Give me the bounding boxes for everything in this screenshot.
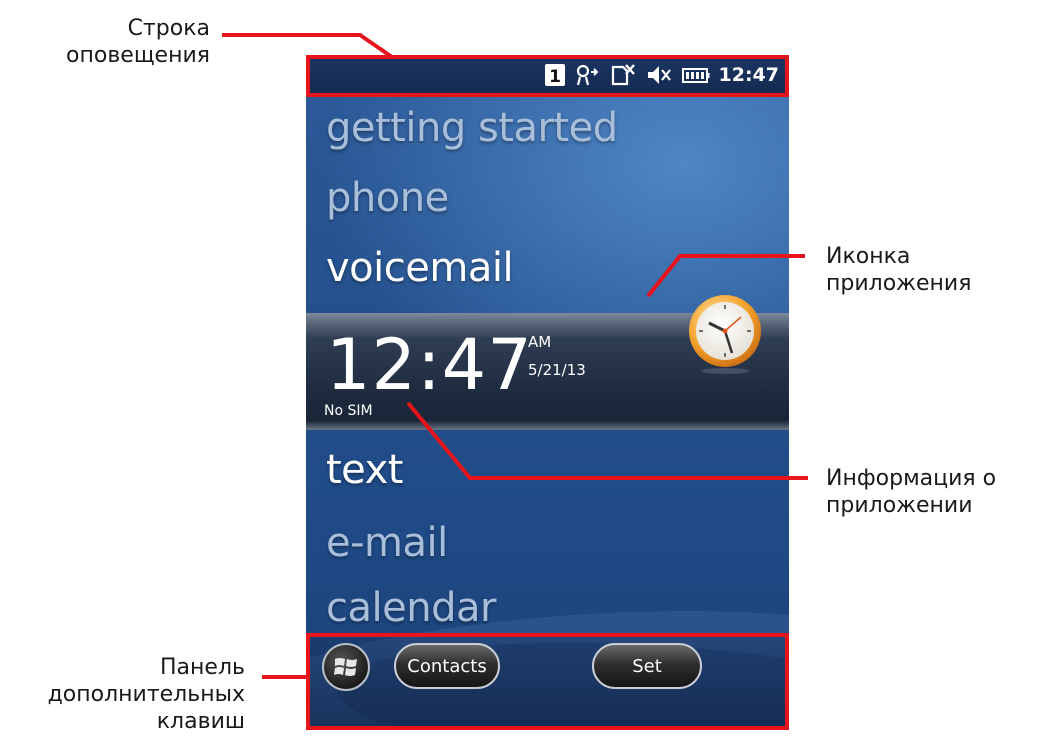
menu-item-phone[interactable]: phone: [326, 175, 449, 221]
annotation-line: Информация о: [826, 466, 997, 491]
annotation-line: дополнительных: [47, 682, 245, 707]
annotation-notification-bar: Строка оповещения: [40, 15, 210, 69]
annotation-line: клавиш: [156, 709, 245, 734]
annotation-line: приложении: [826, 493, 973, 518]
annotation-app-icon: Иконка приложения: [826, 243, 1036, 297]
menu-item-text[interactable]: text: [326, 447, 403, 493]
notification-bar-highlight: [306, 55, 789, 97]
annotation-line: Строка: [127, 16, 210, 41]
menu-item-voicemail[interactable]: voicemail: [326, 245, 514, 291]
menu-item-calendar[interactable]: calendar: [326, 585, 496, 631]
clock-icon[interactable]: [686, 293, 764, 375]
clock-time: 12:47: [326, 324, 533, 406]
annotation-line: приложения: [826, 271, 972, 296]
annotation-line: оповещения: [66, 43, 210, 68]
menu-item-e-mail[interactable]: e-mail: [326, 520, 448, 566]
clock-ampm: AM: [528, 333, 552, 351]
annotation-line: Панель: [160, 655, 245, 680]
sim-status: No SIM: [324, 403, 373, 419]
phone-screen: 1 12:47 getting started phone voicemail …: [306, 55, 789, 730]
callout-line-notification: [222, 33, 394, 59]
annotation-softkey-panel: Панель дополнительных клавиш: [0, 654, 245, 735]
menu-item-getting-started[interactable]: getting started: [326, 105, 618, 151]
softkey-bar-highlight: [306, 633, 789, 730]
annotation-line: Иконка: [826, 244, 911, 269]
annotation-app-info: Информация о приложении: [826, 465, 1036, 519]
clock-date: 5/21/13: [528, 361, 586, 379]
